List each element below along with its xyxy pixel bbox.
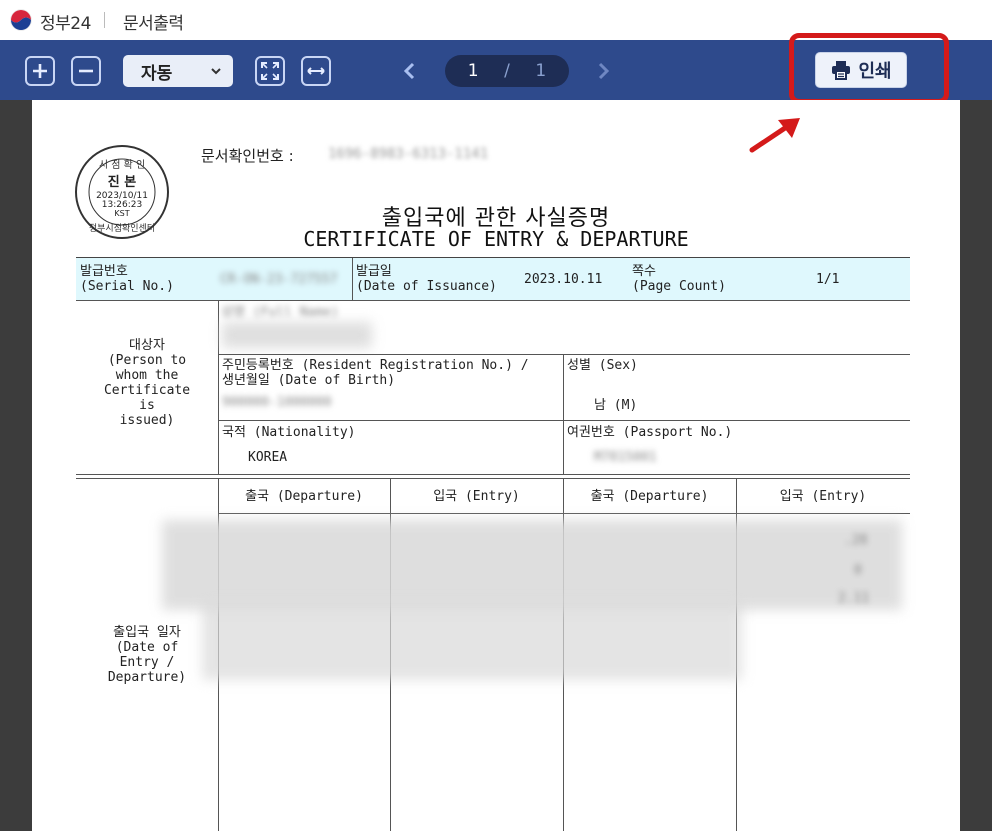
document-viewer[interactable]: 시 점 확 인 진 본 2023/10/11 13:26:23 KST 정부시점… <box>0 100 992 831</box>
verification-number-value: 1696-8983-6313-1141 <box>328 146 489 162</box>
sex-value: 남 (M) <box>594 398 638 413</box>
record-partial-2: 0 <box>854 563 862 578</box>
serial-label-ko: 발급번호 <box>80 264 128 279</box>
total-pages: 1 <box>535 61 547 81</box>
records-header-departure-1: 출국 (Departure) <box>245 489 363 504</box>
previous-page-button[interactable] <box>398 58 422 84</box>
issuance-info-row: 발급번호 (Serial No.) CR-ON-23-727557 발급일 (D… <box>76 257 910 301</box>
print-highlight-annotation <box>789 33 949 104</box>
stamp-top-text: 시 점 확 인 <box>99 159 145 171</box>
subject-label: 대상자 (Person to whom the Certificate is i… <box>103 338 191 428</box>
page-separator: / <box>504 61 510 81</box>
zoom-in-button[interactable] <box>25 56 55 86</box>
app-name: 정부24 <box>40 14 91 34</box>
records-redacted-area <box>162 520 902 610</box>
serial-label-en: (Serial No.) <box>80 279 174 294</box>
issuance-label-ko: 발급일 <box>356 264 392 279</box>
zoom-out-button[interactable] <box>71 56 101 86</box>
page-indicator: 1 / 1 <box>445 55 569 87</box>
issuance-date: 2023.10.11 <box>524 272 603 287</box>
page-count-label-ko: 쪽수 <box>632 264 656 279</box>
record-partial-3: 2.11 <box>838 591 870 606</box>
sex-label: 성별 (Sex) <box>567 358 638 373</box>
issuance-label-en: (Date of Issuance) <box>356 279 497 294</box>
passport-value: M7815001 <box>594 450 657 465</box>
nationality-value: KOREA <box>248 450 288 465</box>
records-header-entry-2: 입국 (Entry) <box>779 489 867 504</box>
records-header-departure-2: 출국 (Departure) <box>590 489 709 504</box>
certificate-title-english: CERTIFICATE OF ENTRY & DEPARTURE <box>303 227 689 251</box>
full-name-label: 성명 (Full Name) <box>221 305 339 320</box>
resident-number-value: 900000-1000000 <box>222 395 332 410</box>
chevron-left-icon <box>403 62 415 80</box>
current-page-number[interactable]: 1 <box>468 61 479 81</box>
plus-icon <box>33 64 47 78</box>
records-redacted-area-lower <box>202 600 742 680</box>
passport-label: 여권번호 (Passport No.) <box>567 425 733 440</box>
stamp-main-text: 진 본 <box>108 174 136 190</box>
chevron-right-icon <box>598 62 610 80</box>
red-arrow-annotation-icon <box>749 118 800 153</box>
expand-corners-icon <box>261 62 279 80</box>
record-partial-1: .28 <box>844 533 868 548</box>
verification-number-label: 문서확인번호 : <box>201 147 294 165</box>
resident-number-label: 주민등록번호 (Resident Registration No.) / 생년월… <box>222 358 529 388</box>
page-count-value: 1/1 <box>816 272 840 287</box>
nationality-label: 국적 (Nationality) <box>222 425 356 440</box>
fit-width-icon <box>307 67 325 75</box>
records-row-label: 출입국 일자 (Date of Entry / Departure) <box>107 625 187 685</box>
document-page: 시 점 확 인 진 본 2023/10/11 13:26:23 KST 정부시점… <box>32 100 960 831</box>
government-logo-icon <box>10 9 32 31</box>
chevron-down-icon <box>211 68 221 75</box>
fit-width-button[interactable] <box>301 56 331 86</box>
next-page-button[interactable] <box>591 58 615 84</box>
window-title: 문서출력 <box>123 14 184 34</box>
serial-value: CR-ON-23-727557 <box>220 272 338 287</box>
fit-page-button[interactable] <box>255 56 285 86</box>
records-header-entry-1: 입국 (Entry) <box>433 489 520 504</box>
zoom-level-value: 자동 <box>141 63 173 84</box>
minus-icon <box>79 69 93 73</box>
title-divider <box>104 12 105 28</box>
page-count-label-en: (Page Count) <box>632 279 726 294</box>
zoom-level-select[interactable]: 자동 <box>123 55 233 87</box>
full-name-redacted <box>222 322 372 348</box>
